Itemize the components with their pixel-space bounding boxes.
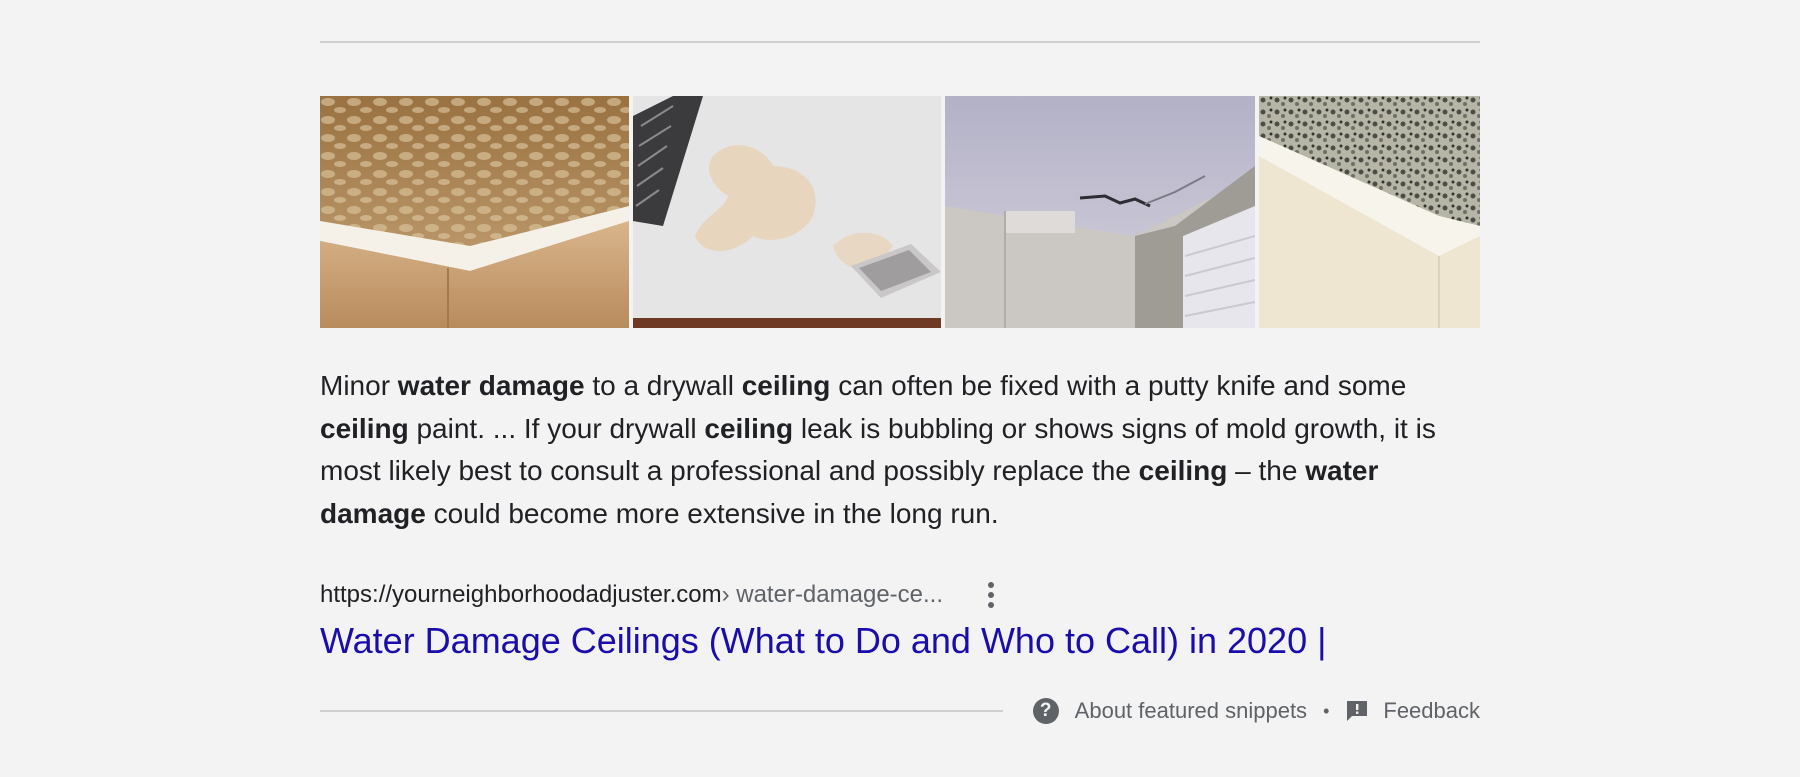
snippet-segment: can often be fixed with a putty knife an… (830, 370, 1407, 401)
snippet-highlight: ceiling (1138, 455, 1228, 486)
snippet-highlight: ceiling (320, 412, 409, 444)
footer-separator: • (1323, 700, 1330, 721)
more-options-icon[interactable] (979, 578, 1003, 612)
result-cite: https://yourneighborhoodadjuster.com › w… (320, 578, 1003, 612)
ceiling-water-stain-image[interactable] (320, 96, 629, 328)
image-strip (320, 96, 1480, 328)
snippet-segment: Minor (320, 370, 398, 401)
feedback-button[interactable]: Feedback (1345, 698, 1480, 724)
more-dot (988, 592, 995, 598)
snippet-text: Minor water damage to a drywall ceiling … (320, 365, 1480, 535)
result-path[interactable]: › water-damage-ce... (722, 581, 943, 609)
snippet-highlight: water damage (397, 370, 585, 401)
feedback-label: Feedback (1383, 698, 1480, 723)
snippet-highlight: ceiling (704, 412, 794, 444)
snippet-segment: to a drywall (584, 370, 742, 401)
snippet-segment: could become more extensive in the long … (425, 497, 999, 529)
about-label: About featured snippets (1074, 698, 1308, 723)
ceiling-crack-image[interactable] (945, 96, 1255, 328)
ceiling-mold-image[interactable] (1259, 96, 1480, 328)
snippet-footer: ? About featured snippets • Feedback (1032, 694, 1480, 728)
snippet-highlight: ceiling (741, 370, 831, 401)
about-featured-snippets-button[interactable]: ? About featured snippets (1032, 698, 1308, 724)
result-title-link[interactable]: Water Damage Ceilings (What to Do and Wh… (320, 620, 1326, 662)
top-divider (320, 41, 1480, 43)
snippet-segment: – the (1227, 455, 1306, 486)
more-dot (988, 582, 995, 588)
help-circle-icon: ? (1032, 698, 1059, 724)
bottom-divider (320, 710, 1003, 712)
ceiling-leak-image[interactable] (633, 96, 941, 328)
more-dot (988, 602, 995, 608)
snippet-segment: paint. ... If your drywall (408, 412, 705, 444)
feedback-icon (1347, 701, 1368, 721)
result-domain[interactable]: https://yourneighborhoodadjuster.com (320, 581, 722, 609)
